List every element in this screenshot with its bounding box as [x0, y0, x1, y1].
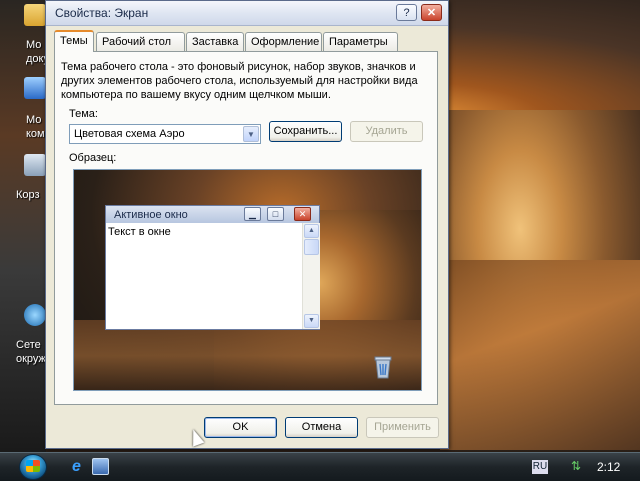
- chevron-down-icon[interactable]: ▼: [243, 126, 259, 142]
- recycle-bin-icon: [374, 356, 392, 379]
- language-indicator[interactable]: RU: [532, 460, 548, 474]
- computer-icon: [24, 77, 46, 99]
- desktop-icon-documents[interactable]: Мо докум: [0, 0, 56, 68]
- close-icon: ✕: [294, 207, 311, 221]
- tab-screensaver[interactable]: Заставка: [186, 32, 244, 51]
- start-button[interactable]: [15, 453, 57, 481]
- scroll-down-icon: ▼: [304, 314, 319, 328]
- recycle-bin-icon: [24, 154, 46, 176]
- desktop-icon-recycle-bin[interactable]: Корз: [0, 150, 46, 210]
- windows-logo-icon: [26, 460, 40, 472]
- tab-settings[interactable]: Параметры: [323, 32, 398, 51]
- tab-desktop[interactable]: Рабочий стол: [96, 32, 185, 51]
- close-button[interactable]: ✕: [421, 4, 442, 21]
- theme-select[interactable]: Цветовая схема Аэро ▼: [69, 124, 261, 144]
- scroll-thumb: [304, 239, 319, 255]
- maximize-icon: □: [267, 207, 284, 221]
- folder-icon: [24, 4, 46, 26]
- minimize-icon: ▁: [244, 207, 261, 221]
- theme-select-value: Цветовая схема Аэро: [74, 128, 185, 140]
- title-bar[interactable]: Свойства: Экран ? ✕: [46, 1, 448, 26]
- help-button[interactable]: ?: [396, 4, 417, 21]
- themes-description: Тема рабочего стола - это фоновый рисуно…: [61, 61, 418, 101]
- ok-button[interactable]: OK: [204, 417, 277, 438]
- display-properties-window: Свойства: Экран ? ✕ Темы Рабочий стол За…: [45, 0, 449, 449]
- preview-scrollbar: ▲ ▼: [302, 223, 320, 329]
- wallpaper-rock-lower: [440, 260, 640, 450]
- cancel-button[interactable]: Отмена: [285, 417, 358, 438]
- scroll-up-icon: ▲: [304, 224, 319, 238]
- preview-window-title: Активное окно: [114, 209, 188, 221]
- preview-window-text: Текст в окне: [108, 226, 171, 238]
- tab-appearance[interactable]: Оформление: [245, 32, 322, 51]
- theme-preview: Активное окно ▁ □ ✕ Текст в окне ▲ ▼: [73, 169, 422, 391]
- tab-themes[interactable]: Темы: [54, 30, 94, 52]
- apply-button[interactable]: Применить: [366, 417, 439, 438]
- network-tray-icon[interactable]: ⇅: [571, 459, 585, 473]
- preview-title-bar: Активное окно ▁ □ ✕: [106, 206, 319, 223]
- sample-label: Образец:: [69, 152, 117, 164]
- preview-active-window: Активное окно ▁ □ ✕ Текст в окне ▲ ▼: [105, 205, 320, 330]
- desktop-icon-network[interactable]: Сете окруж: [0, 302, 46, 372]
- internet-explorer-icon[interactable]: e: [68, 458, 85, 475]
- desktop-icon-label: Корз: [16, 189, 40, 201]
- show-desktop-icon[interactable]: [92, 458, 109, 475]
- preview-wallpaper-ground: [74, 320, 421, 390]
- window-title: Свойства: Экран: [55, 6, 149, 20]
- network-icon: [24, 304, 46, 326]
- desktop-icon-computer[interactable]: Мо компь: [0, 75, 56, 145]
- system-clock[interactable]: 2:12: [597, 460, 620, 474]
- theme-label: Тема:: [69, 108, 98, 120]
- save-theme-button[interactable]: Сохранить...: [269, 121, 342, 142]
- delete-theme-button[interactable]: Удалить: [350, 121, 423, 142]
- taskbar: e RU ⇅ 2:12: [0, 452, 640, 481]
